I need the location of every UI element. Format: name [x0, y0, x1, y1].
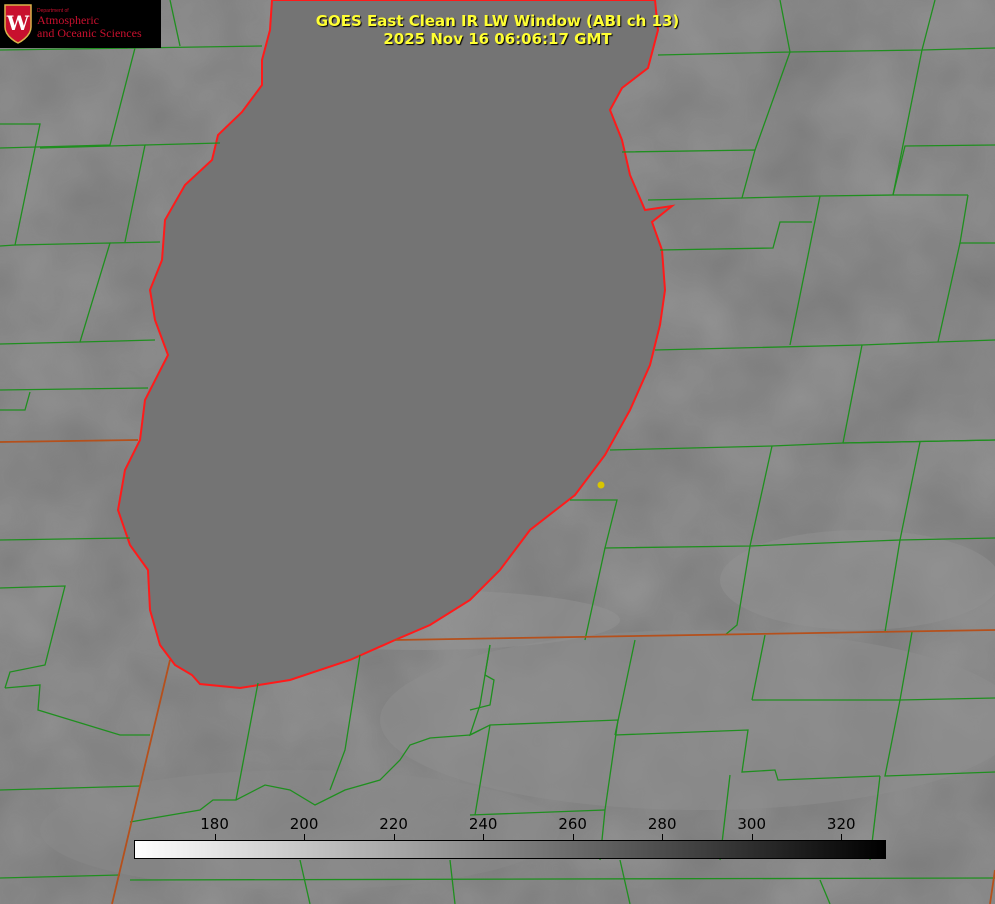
colorbar-tick	[483, 834, 485, 840]
colorbar-tick	[214, 834, 216, 840]
colorbar-tick	[662, 834, 664, 840]
colorbar-tick-label: 280	[647, 815, 677, 833]
ir-map	[0, 0, 995, 904]
cloud-band-1	[380, 630, 995, 810]
colorbar-tick-label: 300	[737, 815, 767, 833]
colorbar-tick	[304, 834, 306, 840]
colorbar-tick-label: 320	[826, 815, 856, 833]
image-title: GOES East Clean IR LW Window (ABI ch 13)	[315, 12, 680, 30]
colorbar-tick	[393, 834, 395, 840]
colorbar-tick	[572, 834, 574, 840]
image-timestamp: 2025 Nov 16 06:06:17 GMT	[383, 30, 612, 48]
colorbar-tick-label: 200	[289, 815, 319, 833]
colorbar-tick	[751, 834, 753, 840]
colorbar-tick-label: 180	[200, 815, 229, 833]
colorbar-tick-label: 240	[468, 815, 498, 833]
colorbar	[134, 840, 886, 859]
colorbar-tick-label: 220	[379, 815, 408, 833]
colorbar-tick	[841, 834, 843, 840]
satellite-image-view: W Department of Atmospheric and Oceanic …	[0, 0, 995, 904]
colorbar-tick-label: 260	[558, 815, 587, 833]
location-marker	[597, 481, 605, 489]
